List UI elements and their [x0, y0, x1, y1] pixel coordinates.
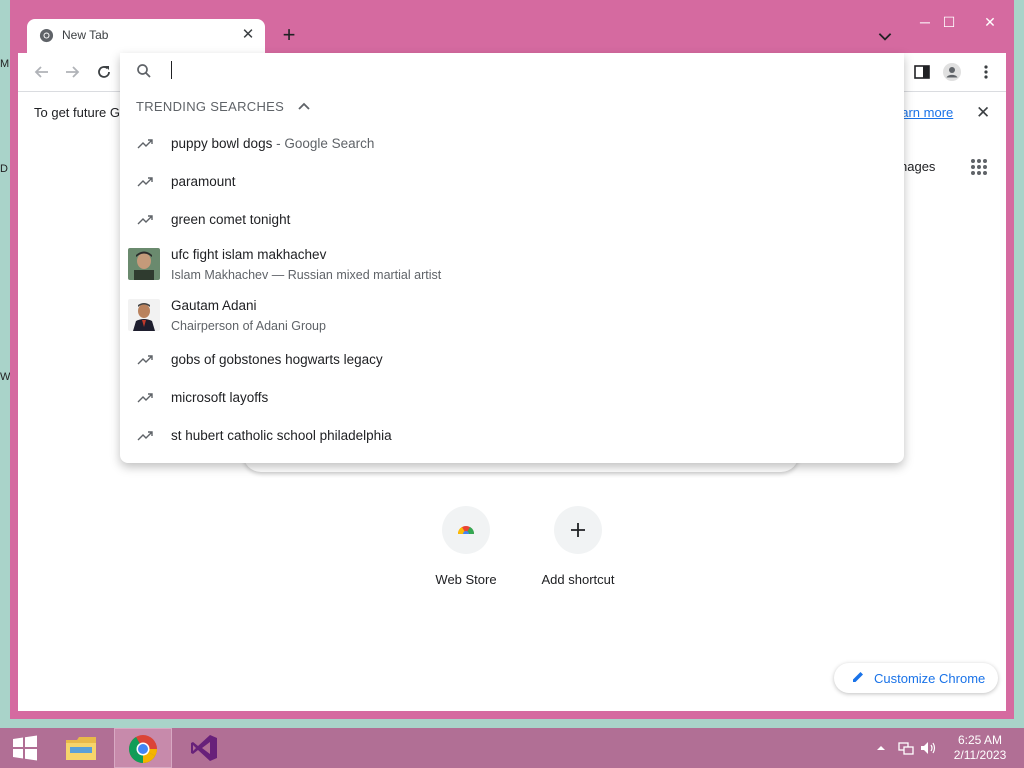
gautam-adani-thumbnail	[128, 299, 160, 331]
pencil-icon	[853, 672, 863, 682]
desktop-icon-label: M	[0, 58, 10, 70]
taskbar: 6:25 AM 2/11/2023	[0, 728, 1024, 768]
tab-title: New Tab	[62, 28, 109, 42]
customize-chrome-button[interactable]: Customize Chrome	[834, 663, 998, 693]
trending-icon	[137, 393, 153, 403]
shortcut-label: Add shortcut	[541, 572, 615, 587]
visual-studio-taskbar-button[interactable]	[176, 728, 234, 768]
suggestion-suffix: - Google Search	[272, 136, 375, 151]
clock-time: 6:25 AM	[957, 733, 1003, 747]
suggestion-item[interactable]: paramount	[120, 163, 904, 201]
windows-logo-icon	[13, 735, 37, 761]
chevron-up-icon[interactable]	[298, 101, 310, 111]
start-button[interactable]	[0, 728, 58, 768]
clock-date: 2/11/2023	[953, 748, 1007, 762]
tab-close-button[interactable]: ✕	[239, 26, 257, 44]
more-menu-icon[interactable]	[976, 62, 996, 82]
chrome-taskbar-button[interactable]	[114, 728, 172, 768]
chrome-favicon-icon	[39, 28, 54, 43]
shortcut-label: Web Store	[435, 572, 497, 587]
suggestion-text: st hubert catholic school philadelphia	[171, 428, 392, 443]
suggestion-item[interactable]: ufc fight islam makhachev Islam Makhache…	[120, 239, 904, 290]
suggestion-text: ufc fight islam makhachev	[171, 247, 327, 262]
suggestion-text: microsoft layoffs	[171, 390, 269, 405]
customize-chrome-label: Customize Chrome	[874, 671, 986, 686]
omnibox-dropdown: TRENDING SEARCHES puppy bowl dogs - Goog…	[120, 53, 904, 463]
suggestion-item[interactable]: puppy bowl dogs - Google Search	[120, 125, 904, 163]
suggestion-text: green comet tonight	[171, 212, 291, 227]
forward-arrow-icon[interactable]	[62, 62, 82, 82]
suggestion-text: puppy bowl dogs	[171, 136, 273, 151]
tab-new-tab[interactable]: New Tab ✕	[27, 19, 265, 53]
info-bar-text: To get future G	[34, 105, 120, 120]
reload-icon[interactable]	[94, 62, 114, 82]
new-tab-button[interactable]: +	[278, 24, 300, 47]
trending-icon	[137, 355, 153, 365]
shortcut-web-store[interactable]: Web Store	[410, 506, 522, 587]
maximize-button[interactable]: ☐	[934, 12, 964, 32]
omnibox-input[interactable]	[171, 61, 172, 79]
add-icon	[554, 506, 602, 554]
suggestion-subtext: Islam Makhachev — Russian mixed martial …	[171, 268, 442, 282]
suggestion-subtext: Chairperson of Adani Group	[171, 319, 326, 333]
system-clock[interactable]: 6:25 AM 2/11/2023	[940, 733, 1020, 763]
suggestion-item[interactable]: Gautam Adani Chairperson of Adani Group	[120, 290, 904, 341]
islam-makhachev-thumbnail	[128, 248, 160, 280]
tab-search-chevron-icon[interactable]	[876, 27, 894, 45]
suggestion-item[interactable]: green comet tonight	[120, 201, 904, 239]
trending-searches-header[interactable]: TRENDING SEARCHES	[136, 99, 310, 114]
close-window-button[interactable]: ✕	[970, 12, 1010, 32]
suggestion-item[interactable]: st hubert catholic school philadelphia	[120, 417, 904, 455]
images-link[interactable]: nages	[900, 159, 935, 174]
trending-icon	[137, 215, 153, 225]
trending-icon	[137, 431, 153, 441]
search-icon	[137, 64, 151, 78]
side-panel-icon[interactable]	[912, 62, 932, 82]
profile-avatar-icon[interactable]	[942, 62, 962, 82]
suggestion-item[interactable]: gobs of gobstones hogwarts legacy	[120, 341, 904, 379]
desktop-icon-label: D	[0, 163, 8, 175]
trending-icon	[137, 177, 153, 187]
shortcut-add[interactable]: Add shortcut	[522, 506, 634, 587]
file-explorer-taskbar-button[interactable]	[52, 728, 110, 768]
desktop-icon-label: W	[0, 371, 11, 383]
network-icon[interactable]	[898, 740, 914, 756]
folder-icon	[66, 737, 96, 760]
visual-studio-icon	[191, 735, 217, 761]
trending-icon	[137, 139, 153, 149]
suggestion-item[interactable]: microsoft layoffs	[120, 379, 904, 417]
back-arrow-icon[interactable]	[32, 62, 52, 82]
google-apps-icon[interactable]	[970, 158, 988, 176]
volume-icon[interactable]	[920, 740, 938, 756]
web-store-icon	[442, 506, 490, 554]
suggestion-text: Gautam Adani	[171, 298, 257, 313]
show-hidden-icons-icon[interactable]	[876, 743, 886, 753]
suggestion-text: gobs of gobstones hogwarts legacy	[171, 352, 383, 367]
suggestion-text: paramount	[171, 174, 236, 189]
trending-header-label: TRENDING SEARCHES	[136, 99, 285, 114]
chrome-logo-icon	[129, 735, 157, 763]
info-bar-close-button[interactable]: ✕	[976, 103, 990, 123]
tab-strip: New Tab ✕ + ─ ☐ ✕	[10, 0, 1014, 53]
